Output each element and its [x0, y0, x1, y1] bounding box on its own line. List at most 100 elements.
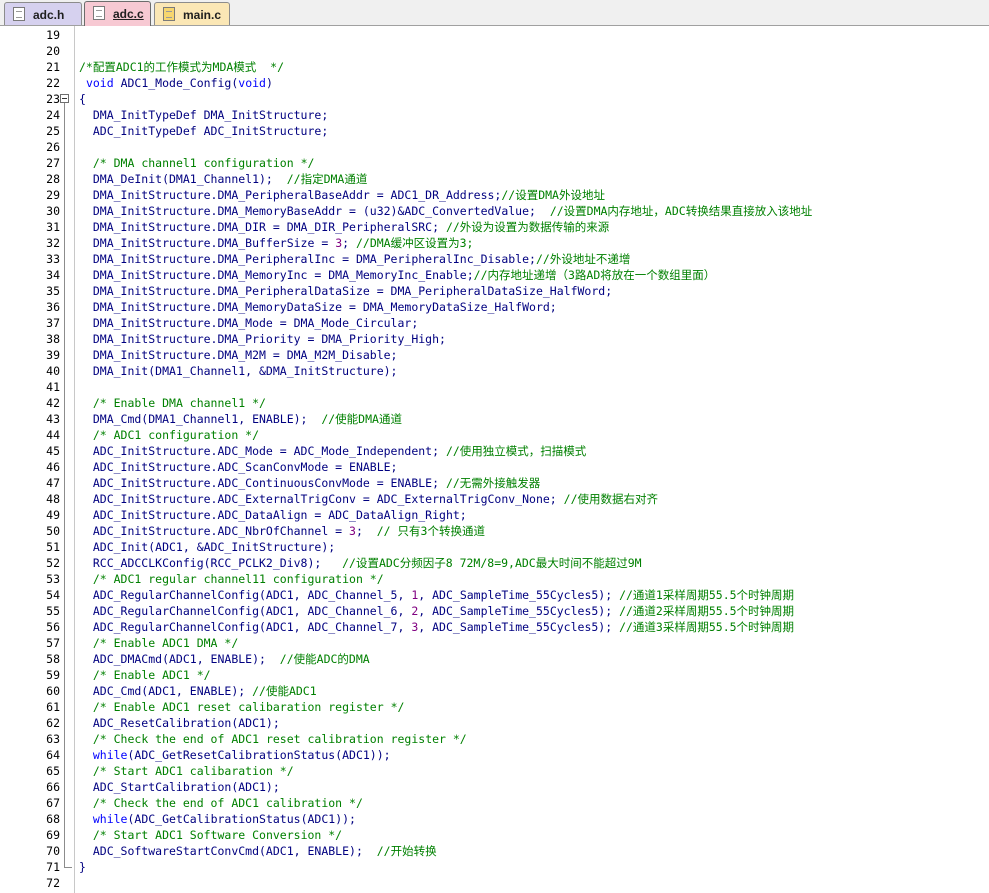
- code-text: DMA_InitStructure.DMA_Mode = DMA_Mode_Ci…: [79, 315, 418, 331]
- code-line[interactable]: 70 ADC_SoftwareStartConvCmd(ADC1, ENABLE…: [0, 843, 989, 859]
- code-line[interactable]: 71}: [0, 859, 989, 875]
- code-line[interactable]: 25 ADC_InitTypeDef ADC_InitStructure;: [0, 123, 989, 139]
- code-line[interactable]: 65 /* Start ADC1 calibaration */: [0, 763, 989, 779]
- line-number: 35: [46, 284, 60, 298]
- code-line[interactable]: 43 DMA_Cmd(DMA1_Channel1, ENABLE); //使能D…: [0, 411, 989, 427]
- code-line[interactable]: 52 RCC_ADCCLKConfig(RCC_PCLK2_Div8); //设…: [0, 555, 989, 571]
- code-line[interactable]: 29 DMA_InitStructure.DMA_PeripheralBaseA…: [0, 187, 989, 203]
- code-line[interactable]: 45 ADC_InitStructure.ADC_Mode = ADC_Mode…: [0, 443, 989, 459]
- code-line[interactable]: 68 while(ADC_GetCalibrationStatus(ADC1))…: [0, 811, 989, 827]
- code-line[interactable]: 21 /*配置ADC1的工作模式为MDA模式 */: [0, 59, 989, 75]
- fold-collapse-icon[interactable]: [60, 94, 69, 103]
- code-text: /*配置ADC1的工作模式为MDA模式 */: [79, 59, 284, 75]
- line-number: 19: [46, 28, 60, 42]
- code-comment: /* Enable ADC1 DMA */: [92, 636, 239, 650]
- fold-guide: [64, 331, 65, 347]
- tab-main-c[interactable]: main.c: [154, 2, 230, 25]
- fold-guide: [64, 763, 65, 779]
- code-line[interactable]: 63 /* Check the end of ADC1 reset calibr…: [0, 731, 989, 747]
- code-line[interactable]: 61 /* Enable ADC1 reset calibaration reg…: [0, 699, 989, 715]
- tab-adc-h[interactable]: adc.h: [4, 2, 82, 25]
- code-token: , ADC_SampleTime_55Cycles5);: [418, 604, 620, 618]
- code-line[interactable]: 58 ADC_DMACmd(ADC1, ENABLE); //使能ADC的DMA: [0, 651, 989, 667]
- fold-guide: [64, 491, 65, 507]
- file-icon: [13, 7, 25, 21]
- code-line[interactable]: 37 DMA_InitStructure.DMA_Mode = DMA_Mode…: [0, 315, 989, 331]
- code-line[interactable]: 60 ADC_Cmd(ADC1, ENABLE); //使能ADC1: [0, 683, 989, 699]
- code-line[interactable]: 57 /* Enable ADC1 DMA */: [0, 635, 989, 651]
- code-line[interactable]: 55 ADC_RegularChannelConfig(ADC1, ADC_Ch…: [0, 603, 989, 619]
- code-line[interactable]: 47 ADC_InitStructure.ADC_ContinuousConvM…: [0, 475, 989, 491]
- code-line[interactable]: 69 /* Start ADC1 Software Conversion */: [0, 827, 989, 843]
- code-line[interactable]: 62 ADC_ResetCalibration(ADC1);: [0, 715, 989, 731]
- code-line[interactable]: 19: [0, 27, 989, 43]
- code-line[interactable]: 72: [0, 875, 989, 891]
- code-line[interactable]: 36 DMA_InitStructure.DMA_MemoryDataSize …: [0, 299, 989, 315]
- code-line[interactable]: 34 DMA_InitStructure.DMA_MemoryInc = DMA…: [0, 267, 989, 283]
- code-comment: /* Enable DMA channel1 */: [92, 396, 266, 410]
- code-line[interactable]: 26: [0, 139, 989, 155]
- code-line[interactable]: 39 DMA_InitStructure.DMA_M2M = DMA_M2M_D…: [0, 347, 989, 363]
- code-comment: /* ADC1 regular channel11 configuration …: [92, 572, 384, 586]
- code-text: ADC_SoftwareStartConvCmd(ADC1, ENABLE); …: [79, 843, 437, 859]
- code-line[interactable]: 51 ADC_Init(ADC1, &ADC_InitStructure);: [0, 539, 989, 555]
- code-text: DMA_DeInit(DMA1_Channel1); //指定DMA通道: [79, 171, 368, 187]
- code-comment: /* ADC1 configuration */: [92, 428, 260, 442]
- code-line[interactable]: 66 ADC_StartCalibration(ADC1);: [0, 779, 989, 795]
- fold-guide: [64, 603, 65, 619]
- code-token: ADC_InitTypeDef ADC_InitStructure;: [79, 124, 329, 138]
- code-line[interactable]: 64 while(ADC_GetResetCalibrationStatus(A…: [0, 747, 989, 763]
- code-comment: //无需外接触发器: [445, 476, 541, 490]
- code-line[interactable]: 67 /* Check the end of ADC1 calibration …: [0, 795, 989, 811]
- code-line[interactable]: 46 ADC_InitStructure.ADC_ScanConvMode = …: [0, 459, 989, 475]
- code-line[interactable]: 42 /* Enable DMA channel1 */: [0, 395, 989, 411]
- code-editor[interactable]: 19 20 21 /*配置ADC1的工作模式为MDA模式 */22 void ADC1…: [0, 26, 989, 893]
- code-text: DMA_InitStructure.DMA_DIR = DMA_DIR_Peri…: [79, 219, 609, 235]
- code-comment: //通道1采样周期55.5个时钟周期: [619, 588, 795, 602]
- line-number: 44: [46, 428, 60, 442]
- code-line[interactable]: 27 /* DMA channel1 configuration */: [0, 155, 989, 171]
- code-line[interactable]: 54 ADC_RegularChannelConfig(ADC1, ADC_Ch…: [0, 587, 989, 603]
- fold-guide: [64, 683, 65, 699]
- line-number: 21: [46, 60, 60, 74]
- code-comment: //使能ADC1: [252, 684, 317, 698]
- tab-adc-c[interactable]: adc.c: [84, 1, 151, 26]
- code-comment: //外设为设置为数据传输的来源: [445, 220, 610, 234]
- code-line[interactable]: 20: [0, 43, 989, 59]
- code-line[interactable]: 38 DMA_InitStructure.DMA_Priority = DMA_…: [0, 331, 989, 347]
- code-token: ADC_Cmd(ADC1, ENABLE);: [79, 684, 253, 698]
- code-text: ADC_DMACmd(ADC1, ENABLE); //使能ADC的DMA: [79, 651, 370, 667]
- line-number: 23: [46, 92, 60, 106]
- code-line[interactable]: 35 DMA_InitStructure.DMA_PeripheralDataS…: [0, 283, 989, 299]
- code-line[interactable]: 41: [0, 379, 989, 395]
- code-line[interactable]: 28 DMA_DeInit(DMA1_Channel1); //指定DMA通道: [0, 171, 989, 187]
- code-token: DMA_InitStructure.DMA_DIR = DMA_DIR_Peri…: [79, 220, 446, 234]
- code-text: DMA_InitStructure.DMA_BufferSize = 3; //…: [79, 235, 474, 251]
- code-line[interactable]: 23 {: [0, 91, 989, 107]
- code-line[interactable]: 53 /* ADC1 regular channel11 configurati…: [0, 571, 989, 587]
- code-keyword: while: [92, 748, 128, 762]
- code-line[interactable]: 31 DMA_InitStructure.DMA_DIR = DMA_DIR_P…: [0, 219, 989, 235]
- code-line[interactable]: 22 void ADC1_Mode_Config(void): [0, 75, 989, 91]
- code-line[interactable]: 56 ADC_RegularChannelConfig(ADC1, ADC_Ch…: [0, 619, 989, 635]
- code-comment: /* Check the end of ADC1 reset calibrati…: [92, 732, 467, 746]
- code-line[interactable]: 24 DMA_InitTypeDef DMA_InitStructure;: [0, 107, 989, 123]
- code-line[interactable]: 44 /* ADC1 configuration */: [0, 427, 989, 443]
- line-number: 61: [46, 700, 60, 714]
- code-line[interactable]: 48 ADC_InitStructure.ADC_ExternalTrigCon…: [0, 491, 989, 507]
- fold-guide: [64, 155, 65, 171]
- code-keyword: void: [85, 76, 114, 90]
- line-number: 51: [46, 540, 60, 554]
- code-line[interactable]: 59 /* Enable ADC1 */: [0, 667, 989, 683]
- code-line[interactable]: 50 ADC_InitStructure.ADC_NbrOfChannel = …: [0, 523, 989, 539]
- code-line[interactable]: 30 DMA_InitStructure.DMA_MemoryBaseAddr …: [0, 203, 989, 219]
- code-line[interactable]: 33 DMA_InitStructure.DMA_PeripheralInc =…: [0, 251, 989, 267]
- code-line[interactable]: 49 ADC_InitStructure.ADC_DataAlign = ADC…: [0, 507, 989, 523]
- code-line[interactable]: 40 DMA_Init(DMA1_Channel1, &DMA_InitStru…: [0, 363, 989, 379]
- line-number: 48: [46, 492, 60, 506]
- code-text: DMA_InitStructure.DMA_MemoryBaseAddr = (…: [79, 203, 812, 219]
- code-line[interactable]: 32 DMA_InitStructure.DMA_BufferSize = 3;…: [0, 235, 989, 251]
- fold-guide: [64, 747, 65, 763]
